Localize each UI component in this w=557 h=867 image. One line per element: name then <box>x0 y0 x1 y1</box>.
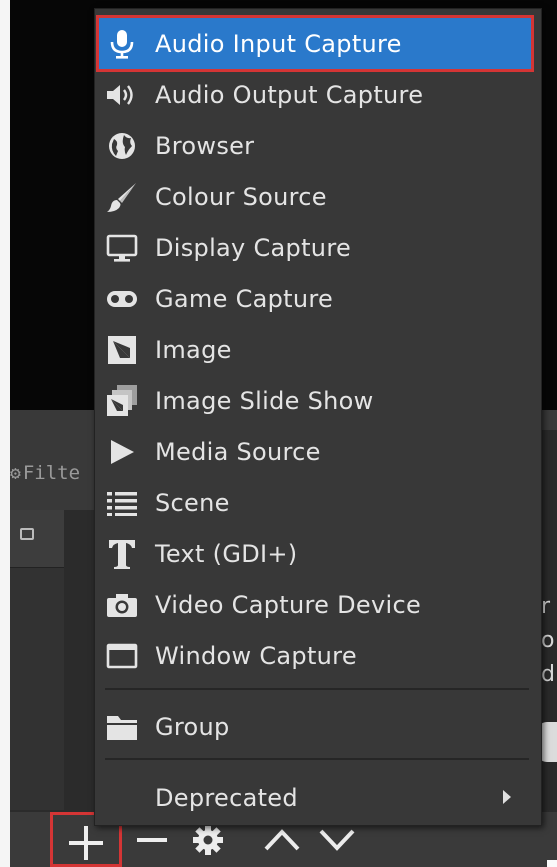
scenes-column-header <box>10 510 64 568</box>
play-icon <box>105 435 139 469</box>
menu-item-label: Audio Output Capture <box>155 80 424 109</box>
menu-item-label: Window Capture <box>155 641 357 670</box>
speaker-icon <box>105 78 139 112</box>
menu-item-browser[interactable]: Browser <box>95 120 541 171</box>
scenes-column <box>10 510 64 810</box>
menu-item-audio-input-capture[interactable]: Audio Input Capture <box>96 15 534 72</box>
menu-item-image-slide-show[interactable]: Image Slide Show <box>95 375 541 426</box>
menu-item-media-source[interactable]: Media Source <box>95 426 541 477</box>
submenu-arrow-icon <box>503 790 511 804</box>
menu-item-scene[interactable]: Scene <box>95 477 541 528</box>
paintbrush-icon <box>105 180 139 214</box>
microphone-icon <box>105 27 139 61</box>
menu-item-label: Browser <box>155 131 255 160</box>
menu-item-label: Audio Input Capture <box>155 29 402 58</box>
folder-icon <box>105 710 139 744</box>
menu-item-display-capture[interactable]: Display Capture <box>95 222 541 273</box>
blank-icon <box>105 781 139 815</box>
gamepad-icon <box>105 282 139 316</box>
right-panel-text: r o d <box>541 590 555 692</box>
image-stack-icon <box>105 384 139 418</box>
obs-window: ⚙ Filte r o d Audio Input Capture Audio … <box>0 0 557 867</box>
menu-item-video-capture-device[interactable]: Video Capture Device <box>95 579 541 630</box>
menu-item-label: Scene <box>155 488 230 517</box>
filters-tab-label: Filte <box>22 462 81 484</box>
left-border <box>0 0 10 867</box>
menu-item-image[interactable]: Image <box>95 324 541 375</box>
menu-item-window-capture[interactable]: Window Capture <box>95 630 541 681</box>
menu-separator <box>105 688 529 690</box>
chevron-down-icon <box>319 829 355 851</box>
text-icon <box>105 537 139 571</box>
right-text-line: d <box>541 662 555 687</box>
menu-item-label: Display Capture <box>155 233 352 262</box>
right-text-line: r <box>541 594 551 619</box>
monitor-icon <box>105 231 139 265</box>
globe-icon <box>105 129 139 163</box>
filters-tab[interactable]: ⚙ Filte <box>10 455 100 491</box>
menu-item-audio-output-capture[interactable]: Audio Output Capture <box>95 69 541 120</box>
right-edge-bar <box>547 860 557 867</box>
menu-item-deprecated[interactable]: Deprecated <box>95 772 541 823</box>
menu-item-label: Group <box>155 712 230 741</box>
menu-item-label: Image Slide Show <box>155 386 374 415</box>
menu-item-label: Image <box>155 335 232 364</box>
window-icon <box>105 639 139 673</box>
menu-separator <box>105 758 529 760</box>
undock-icon[interactable] <box>20 528 34 540</box>
chevron-up-icon <box>264 828 300 850</box>
filters-gear-icon: ⚙ <box>10 462 21 484</box>
add-source-menu: Audio Input Capture Audio Output Capture <box>94 8 542 826</box>
right-text-line: o <box>541 628 555 653</box>
menu-item-label: Deprecated <box>155 783 298 812</box>
menu-item-text-gdi[interactable]: Text (GDI+) <box>95 528 541 579</box>
menu-item-label: Game Capture <box>155 284 334 313</box>
menu-item-colour-source[interactable]: Colour Source <box>95 171 541 222</box>
menu-item-label: Video Capture Device <box>155 590 422 619</box>
menu-item-label: Text (GDI+) <box>155 539 298 568</box>
gear-icon <box>193 824 223 855</box>
menu-item-label: Media Source <box>155 437 321 466</box>
list-icon <box>105 486 139 520</box>
menu-item-label: Colour Source <box>155 182 327 211</box>
minus-icon <box>137 837 167 842</box>
camera-icon <box>105 588 139 622</box>
menu-item-game-capture[interactable]: Game Capture <box>95 273 541 324</box>
image-icon <box>105 333 139 367</box>
menu-item-group[interactable]: Group <box>95 701 541 752</box>
